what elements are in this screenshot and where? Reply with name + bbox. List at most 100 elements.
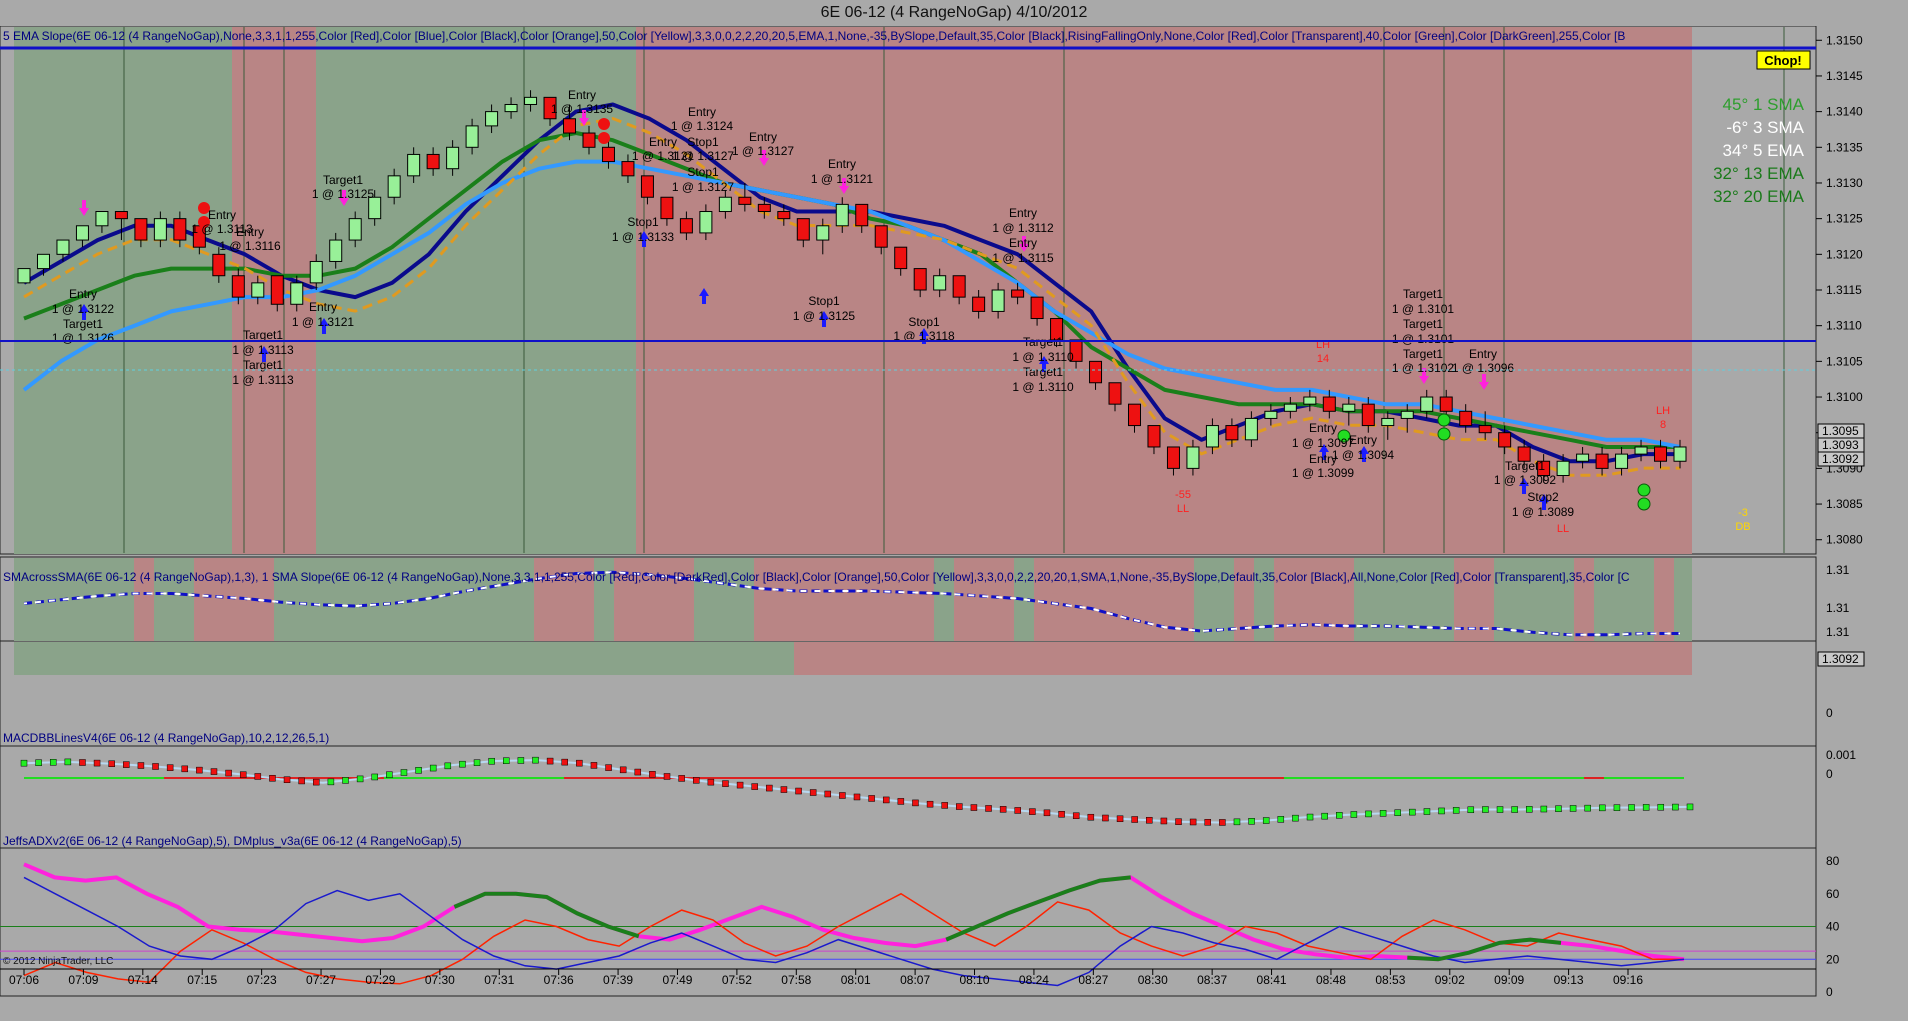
- macd-indicator-text: MACDBBLinesV4(6E 06-12 (4 RangeNoGap),10…: [3, 731, 329, 745]
- macd-dot: [795, 787, 802, 795]
- macd-dot: [79, 759, 86, 766]
- x-tick-label: 09:16: [1613, 973, 1643, 987]
- macd-dot: [736, 781, 744, 789]
- macd-dot: [1029, 808, 1036, 815]
- trade-label: 1 @ 1.3116: [219, 239, 281, 253]
- macd-dot: [839, 792, 846, 799]
- candle-body: [387, 175, 401, 198]
- y-axes: 1.31501.31451.31401.31351.31301.31251.31…: [1816, 33, 1863, 999]
- macd-dot: [1569, 805, 1577, 812]
- x-tick-label: 07:31: [484, 973, 514, 987]
- macd-dot: [590, 762, 598, 769]
- trade-label: Target1: [63, 317, 103, 331]
- candle-body: [348, 218, 362, 241]
- candle-body: [933, 275, 947, 291]
- trade-label: 1 @ 1.3113: [232, 343, 294, 357]
- x-tick-label: 07:36: [544, 973, 574, 987]
- swing-label: -55: [1175, 489, 1191, 501]
- macd-dot: [93, 759, 101, 767]
- trade-label: 1 @ 1.3122: [52, 302, 115, 316]
- candle-body: [718, 196, 732, 213]
- x-tick-label: 07:14: [128, 973, 158, 987]
- chart-area[interactable]: Entry1 @ 1.3122Target11 @ 1.3126Entry1 @…: [0, 26, 1908, 1021]
- candle-body: [1283, 403, 1297, 412]
- adx-tick-label: 60: [1826, 887, 1840, 901]
- macd-dot: [1116, 815, 1124, 823]
- candle-body: [56, 239, 70, 255]
- macd-dot: [137, 762, 145, 769]
- candle-body: [1127, 403, 1141, 427]
- macd-dot: [1277, 816, 1285, 823]
- candle-body: [1225, 425, 1239, 441]
- price-tick-label: 1.3135: [1826, 140, 1863, 154]
- macd-dot: [1043, 809, 1051, 817]
- macd-dot: [473, 759, 481, 766]
- candle-body: [757, 203, 771, 213]
- trade-label: Entry: [568, 88, 596, 102]
- candle-body: [231, 275, 245, 298]
- macd-dot: [386, 771, 393, 778]
- macd-tick-label: 0.001: [1826, 748, 1856, 762]
- macd-dot: [707, 778, 715, 786]
- candle-body: [1654, 446, 1668, 462]
- trade-label: 1 @ 1.3121: [632, 149, 695, 163]
- macd-dot: [1233, 818, 1241, 826]
- macd-dot: [1336, 812, 1343, 819]
- macd-dot: [444, 762, 452, 770]
- macd-dot: [1102, 814, 1109, 822]
- swing-label: 8: [1660, 419, 1666, 431]
- macd-dot: [166, 764, 174, 771]
- macd-dot: [751, 783, 758, 790]
- candle-body: [1166, 446, 1180, 469]
- macd-dot: [1540, 805, 1548, 813]
- trade-label: Entry: [1469, 347, 1497, 361]
- trade-label: 1 @ 1.3115: [992, 251, 1054, 265]
- candle-body: [114, 211, 128, 220]
- smacross-tick-label: 1.31: [1826, 625, 1850, 639]
- macd-dot: [415, 767, 422, 774]
- macd-dot: [1686, 803, 1694, 811]
- price-zone: [14, 27, 232, 554]
- smacross-indicator-text: SMAcrossSMA(6E 06-12 (4 RangeNoGap),1,3)…: [3, 570, 1630, 584]
- macd-dot: [1292, 814, 1299, 822]
- price-tick-label: 1.3150: [1826, 33, 1863, 47]
- green-dot-icon: [1437, 427, 1451, 441]
- candle-body: [894, 246, 908, 270]
- smacross-zone: [1654, 558, 1674, 641]
- candle-body: [329, 239, 343, 262]
- candle-body: [17, 268, 31, 284]
- price-indicator-text: 5 EMA Slope(6E 06-12 (4 RangeNoGap),None…: [3, 29, 1625, 43]
- macd-dot: [503, 757, 510, 764]
- trade-label: Entry: [749, 130, 777, 144]
- macd-dot: [239, 771, 247, 778]
- macd-dot: [853, 793, 861, 801]
- candle-body: [640, 175, 654, 198]
- x-tick-label: 07:30: [425, 973, 455, 987]
- candle-body: [601, 146, 615, 163]
- macd-dot: [766, 784, 773, 792]
- x-tick-label: 09:13: [1554, 973, 1584, 987]
- trade-label: Target1: [1403, 317, 1443, 331]
- price-tag-label: 1.3095: [1822, 424, 1859, 438]
- candle-body: [699, 211, 713, 234]
- candle-body: [835, 203, 849, 227]
- slope-readout-line: -6° 3 SMA: [1726, 118, 1804, 137]
- candle-body: [75, 225, 89, 241]
- candle-body: [796, 218, 810, 241]
- candle-body: [1459, 410, 1473, 427]
- trade-label: 1 @ 1.3125: [312, 187, 375, 201]
- macd-dot: [897, 798, 905, 805]
- candle-body: [485, 111, 499, 127]
- trade-label: 1 @ 1.3092: [1494, 473, 1557, 487]
- swing-label: 14: [1317, 353, 1329, 365]
- trade-label: 1 @ 1.3096: [1452, 361, 1515, 375]
- smacross-price-tag-label: 1.3092: [1822, 652, 1859, 666]
- trade-label: Target1: [1403, 347, 1443, 361]
- candle-body: [1634, 446, 1648, 455]
- macd-dot: [181, 765, 189, 773]
- macd-panel: [0, 745, 1817, 849]
- trade-label: Entry: [1009, 206, 1037, 220]
- slope-readout-line: 34° 5 EMA: [1723, 141, 1805, 160]
- macd-dot: [49, 759, 57, 766]
- macd-dot: [225, 769, 232, 777]
